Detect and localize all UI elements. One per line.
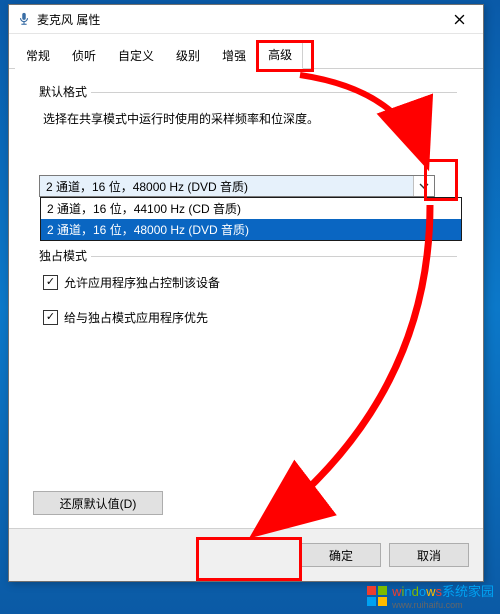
group-exclusive-mode: 独占模式 ✓ 允许应用程序独占控制该设备 ✓ 给与独占模式应用程序优先 [27, 243, 465, 342]
chevron-down-icon [419, 183, 429, 189]
sample-rate-combo[interactable]: 2 通道，16 位，48000 Hz (DVD 音质) 2 通道，16 位，44… [39, 175, 435, 197]
windows-logo-icon [366, 585, 388, 607]
sample-rate-combo-value: 2 通道，16 位，48000 Hz (DVD 音质) [40, 178, 413, 195]
restore-defaults-button[interactable]: 还原默认值(D) [33, 491, 163, 515]
tab-custom[interactable]: 自定义 [107, 42, 165, 69]
group-default-format: 默认格式 选择在共享模式中运行时使用的采样频率和位深度。 2 通道，16 位，4… [27, 79, 465, 209]
dropdown-option-48000[interactable]: 2 通道，16 位，48000 Hz (DVD 音质) [41, 219, 461, 240]
checkbox-exclusive-priority-row: ✓ 给与独占模式应用程序优先 [39, 295, 457, 330]
cancel-button[interactable]: 取消 [389, 543, 469, 567]
tab-content-advanced: 默认格式 选择在共享模式中运行时使用的采样频率和位深度。 2 通道，16 位，4… [9, 69, 483, 527]
sample-rate-dropdown-list: 2 通道，16 位，44100 Hz (CD 音质) 2 通道，16 位，480… [40, 197, 462, 241]
tab-general[interactable]: 常规 [15, 42, 61, 69]
close-icon [454, 14, 465, 25]
group-default-format-title: 默认格式 [39, 83, 87, 100]
close-button[interactable] [437, 5, 481, 33]
tab-levels[interactable]: 级别 [165, 42, 211, 69]
window-title: 麦克风 属性 [37, 11, 100, 28]
dropdown-option-44100[interactable]: 2 通道，16 位，44100 Hz (CD 音质) [41, 198, 461, 219]
watermark: windows系统家园 www.ruihaifu.com [366, 581, 494, 610]
checkbox-allow-exclusive[interactable]: ✓ [43, 275, 58, 290]
group-exclusive-title: 独占模式 [39, 247, 87, 264]
default-format-desc: 选择在共享模式中运行时使用的采样频率和位深度。 [39, 102, 457, 139]
combo-dropdown-button[interactable] [413, 176, 434, 196]
checkbox-allow-exclusive-row: ✓ 允许应用程序独占控制该设备 [39, 266, 457, 295]
divider [91, 92, 457, 93]
tab-strip: 常规 侦听 自定义 级别 增强 高级 [9, 34, 483, 69]
divider [91, 256, 457, 257]
watermark-line1: windows系统家园 [392, 581, 494, 600]
dialog-footer: 确定 取消 [9, 528, 483, 581]
tab-listen[interactable]: 侦听 [61, 42, 107, 69]
watermark-line2: www.ruihaifu.com [392, 600, 494, 610]
titlebar: 麦克风 属性 [9, 5, 483, 34]
tab-advanced[interactable]: 高级 [257, 41, 303, 69]
tab-enhance[interactable]: 增强 [211, 42, 257, 69]
checkbox-exclusive-priority-label: 给与独占模式应用程序优先 [64, 309, 208, 326]
ok-button[interactable]: 确定 [301, 543, 381, 567]
restore-defaults-row: 还原默认值(D) [9, 491, 483, 525]
microphone-properties-window: 麦克风 属性 常规 侦听 自定义 级别 增强 高级 默认格式 [8, 4, 484, 582]
microphone-icon [17, 12, 31, 26]
checkbox-allow-exclusive-label: 允许应用程序独占控制该设备 [64, 274, 220, 291]
checkbox-exclusive-priority[interactable]: ✓ [43, 310, 58, 325]
